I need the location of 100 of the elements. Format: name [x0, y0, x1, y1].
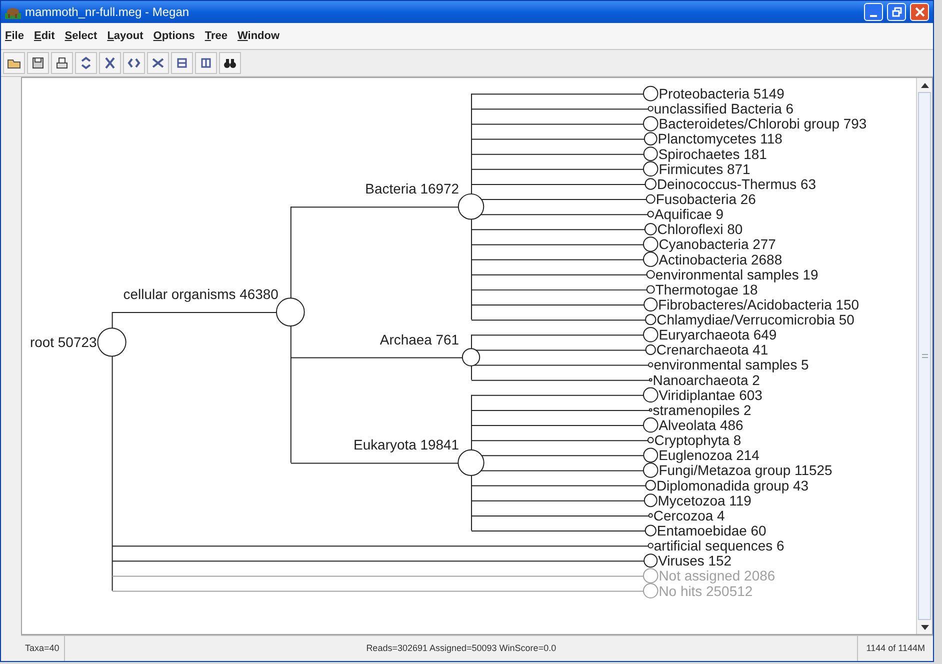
- status-text: Taxa=40: [21, 636, 65, 661]
- node-circle[interactable]: [276, 298, 305, 326]
- node-label[interactable]: Firmicutes 871: [658, 160, 750, 177]
- expand-vertical-icon[interactable]: [75, 52, 97, 74]
- node-label[interactable]: root 50723: [30, 334, 97, 350]
- node-circle[interactable]: [458, 193, 484, 220]
- node-label[interactable]: Euryarchaeota 649: [658, 326, 777, 343]
- node-circle[interactable]: [643, 146, 658, 162]
- node-label[interactable]: Viridiplantae 603: [658, 386, 762, 403]
- node-label[interactable]: Diplomonadida group 43: [656, 477, 809, 494]
- node-circle[interactable]: [648, 542, 654, 548]
- node-label[interactable]: Proteobacteria 5149: [658, 86, 784, 102]
- node-circle[interactable]: [645, 314, 656, 326]
- node-circle[interactable]: [644, 298, 658, 312]
- node-label[interactable]: cellular organisms 46380: [123, 286, 278, 302]
- node-label[interactable]: Fibrobacteres/Acidobacteria 150: [658, 296, 859, 312]
- node-circle[interactable]: [97, 328, 126, 357]
- node-circle[interactable]: [647, 436, 654, 444]
- node-label[interactable]: Bacteria 16972: [365, 180, 460, 197]
- menu-item[interactable]: Tree: [204, 28, 228, 44]
- node-label[interactable]: Archaea 761: [380, 331, 460, 348]
- node-label[interactable]: Cyanobacteria 277: [658, 236, 776, 252]
- node-label[interactable]: environmental samples 19: [655, 266, 818, 282]
- node-label[interactable]: Viruses 152: [658, 552, 732, 569]
- node-label[interactable]: artificial sequences 6: [654, 538, 784, 554]
- node-circle[interactable]: [644, 494, 658, 508]
- node-label[interactable]: Eukaryota 19841: [354, 436, 460, 453]
- menu-item[interactable]: File: [5, 28, 24, 44]
- node-circle[interactable]: [642, 568, 658, 584]
- node-label[interactable]: Crenarchaeota 41: [656, 342, 768, 358]
- node-circle[interactable]: [642, 583, 658, 598]
- node-label[interactable]: Nanoarchaeota 2: [652, 372, 760, 388]
- node-circle[interactable]: [648, 513, 653, 518]
- menu-item[interactable]: Options: [153, 28, 195, 44]
- node-circle[interactable]: [642, 161, 658, 177]
- node-label[interactable]: Thermotogae 18: [655, 281, 758, 298]
- node-label[interactable]: Cryptophyta 8: [654, 432, 742, 448]
- node-circle[interactable]: [645, 480, 656, 491]
- node-circle[interactable]: [642, 417, 658, 433]
- folder-icon[interactable]: [3, 52, 25, 74]
- scrollbar-thumb[interactable]: [918, 92, 931, 620]
- node-circle[interactable]: [644, 554, 658, 568]
- node-circle[interactable]: [642, 116, 658, 132]
- menu-item[interactable]: Edit: [34, 28, 55, 44]
- node-circle[interactable]: [648, 378, 652, 382]
- node-label[interactable]: Chlamydiae/Verrucomicrobia 50: [656, 312, 854, 328]
- node-label[interactable]: Aquificae 9: [654, 206, 724, 222]
- restore-button[interactable]: [887, 3, 906, 21]
- menu-item[interactable]: Window: [237, 28, 280, 44]
- node-circle[interactable]: [646, 270, 655, 279]
- node-label[interactable]: Actinobacteria 2688: [658, 251, 782, 268]
- node-circle[interactable]: [642, 236, 658, 252]
- node-label[interactable]: environmental samples 5: [654, 356, 809, 373]
- node-circle[interactable]: [648, 362, 654, 368]
- node-circle[interactable]: [647, 210, 654, 218]
- node-label[interactable]: Fungi/Metazoa group 11525: [658, 462, 832, 478]
- node-circle[interactable]: [648, 408, 652, 412]
- contract-horizontal-icon[interactable]: [147, 52, 169, 74]
- node-circle[interactable]: [644, 178, 656, 190]
- node-circle[interactable]: [644, 524, 656, 536]
- node-circle[interactable]: [642, 462, 658, 478]
- node-label[interactable]: Chloroflexi 80: [657, 221, 743, 238]
- printer-icon[interactable]: [51, 52, 73, 74]
- node-circle[interactable]: [648, 106, 654, 112]
- node-circle[interactable]: [644, 132, 658, 146]
- node-circle[interactable]: [643, 448, 658, 463]
- node-circle[interactable]: [642, 252, 658, 267]
- fit-width-icon[interactable]: [195, 52, 217, 74]
- node-label[interactable]: Deinococcus-Thermus 63: [657, 176, 816, 192]
- node-label[interactable]: Euglenozoa 214: [658, 447, 760, 464]
- node-circle[interactable]: [645, 344, 656, 356]
- minimize-button[interactable]: [864, 3, 883, 21]
- expand-horizontal-icon[interactable]: [123, 52, 145, 74]
- node-circle[interactable]: [642, 387, 658, 403]
- node-label[interactable]: Bacteroidetes/Chlorobi group 793: [658, 116, 867, 132]
- menu-item[interactable]: Layout: [107, 28, 144, 44]
- node-circle[interactable]: [642, 86, 658, 102]
- node-circle[interactable]: [642, 327, 658, 342]
- menu-item[interactable]: Select: [64, 28, 98, 44]
- node-label[interactable]: stramenopiles 2: [652, 402, 752, 418]
- node-circle[interactable]: [458, 449, 484, 476]
- node-label[interactable]: Planctomycetes 118: [658, 130, 782, 147]
- fit-height-icon[interactable]: [171, 52, 193, 74]
- node-circle[interactable]: [644, 222, 657, 236]
- node-label[interactable]: Alveolata 486: [658, 417, 744, 434]
- binoculars-icon[interactable]: [219, 52, 241, 74]
- node-label[interactable]: Cercozoa 4: [653, 507, 725, 524]
- node-circle[interactable]: [646, 285, 655, 294]
- close-button[interactable]: [910, 3, 929, 21]
- vertical-scrollbar[interactable]: [916, 78, 932, 634]
- node-label[interactable]: Entamoebidae 60: [656, 522, 766, 538]
- close-icon: [914, 7, 924, 17]
- status-text: Reads=302691 Assigned=50093 WinScore=0.0: [65, 636, 858, 661]
- node-label[interactable]: unclassified Bacteria 6: [654, 100, 794, 117]
- node-label[interactable]: Spirochaetes 181: [658, 146, 767, 162]
- node-circle[interactable]: [646, 194, 656, 204]
- node-label[interactable]: Mycetozoa 119: [658, 492, 752, 508]
- node-circle[interactable]: [462, 348, 480, 366]
- contract-vertical-icon[interactable]: [99, 52, 121, 74]
- node-label[interactable]: Fusobacteria 26: [656, 191, 756, 208]
